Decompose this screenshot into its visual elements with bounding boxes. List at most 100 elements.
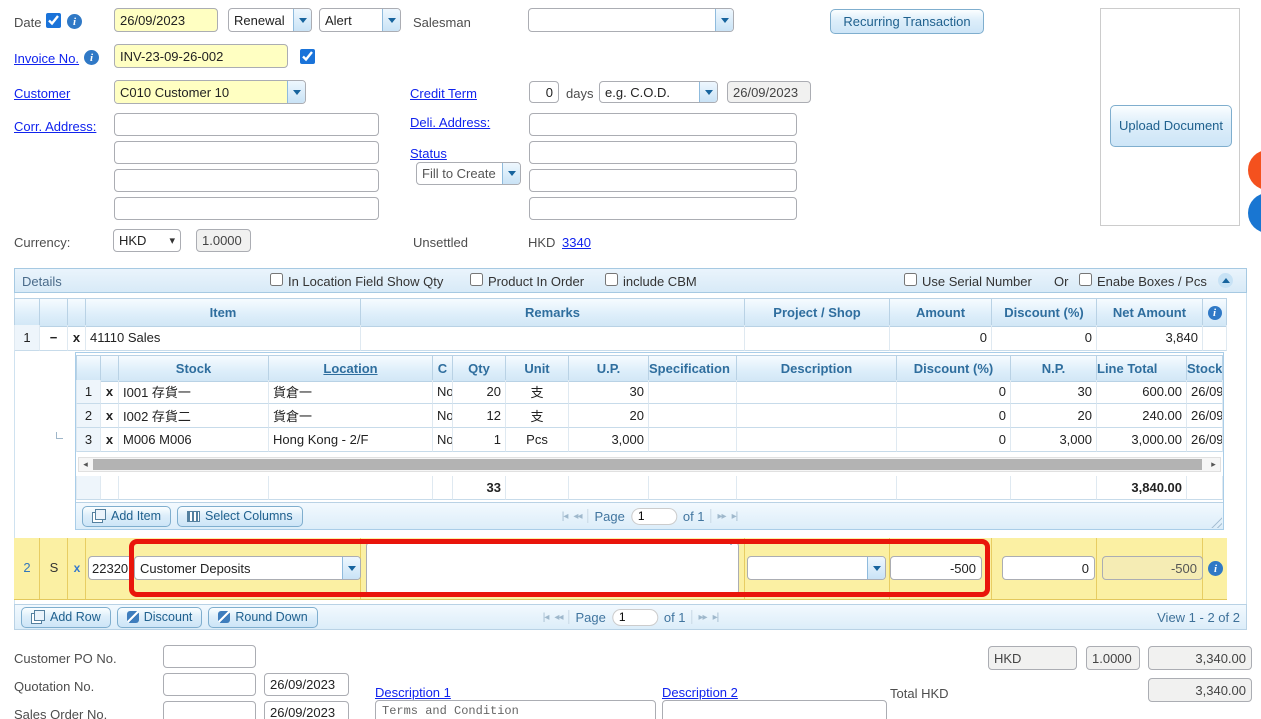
col-amount-header[interactable]: Amount xyxy=(890,298,992,327)
unit-cell[interactable]: 支 xyxy=(506,380,569,404)
up-cell[interactable]: 20 xyxy=(569,404,649,428)
invoice-no-input[interactable] xyxy=(114,44,288,68)
currency-select[interactable]: HKD ▾ xyxy=(113,229,181,252)
invoice-auto-checkbox[interactable] xyxy=(300,49,315,64)
c-cell[interactable]: No xyxy=(433,404,453,428)
floating-action-blue-icon[interactable] xyxy=(1248,193,1261,233)
pager-last-icon[interactable]: ▸| xyxy=(713,612,719,623)
discount-button[interactable]: Discount xyxy=(117,607,203,628)
deli-address-line1[interactable] xyxy=(529,113,797,136)
col-net-header[interactable]: Net Amount xyxy=(1097,298,1203,327)
page-input[interactable] xyxy=(631,508,677,525)
desc-cell[interactable] xyxy=(737,404,897,428)
location-cell[interactable]: 貨倉一 xyxy=(269,380,433,404)
qty-cell[interactable]: 20 xyxy=(453,380,506,404)
qty-cell[interactable]: 12 xyxy=(453,404,506,428)
corr-address-line4[interactable] xyxy=(114,197,379,220)
deli-address-line2[interactable] xyxy=(529,141,797,164)
pager-first-icon[interactable]: |◂ xyxy=(543,612,549,623)
stock-cell[interactable]: I002 存貨二 xyxy=(119,404,269,428)
deli-address-label[interactable]: Deli. Address: xyxy=(410,115,490,130)
pager-last-icon[interactable]: ▸| xyxy=(732,511,738,522)
line-total-cell[interactable]: 600.00 xyxy=(1097,380,1187,404)
page-input[interactable] xyxy=(612,609,658,626)
floating-action-orange-icon[interactable] xyxy=(1248,150,1261,190)
row-number[interactable]: 3 xyxy=(76,428,101,452)
scroll-left-icon[interactable]: ◂ xyxy=(79,458,92,471)
date-input[interactable] xyxy=(114,8,218,32)
customer-label[interactable]: Customer xyxy=(14,86,70,101)
sales-order-date-field[interactable]: 26/09/2023 xyxy=(264,701,349,719)
up-cell[interactable]: 3,000 xyxy=(569,428,649,452)
show-qty-checkbox[interactable] xyxy=(270,273,283,286)
pager-next-icon[interactable]: ▸▸ xyxy=(699,612,707,623)
discount-input[interactable] xyxy=(1002,556,1095,580)
customer-po-input[interactable] xyxy=(163,645,256,668)
delete-row-icon[interactable]: x xyxy=(68,325,86,351)
account-select[interactable]: Customer Deposits xyxy=(134,556,361,580)
unit-cell[interactable]: 支 xyxy=(506,404,569,428)
amount-cell[interactable]: 0 xyxy=(890,325,992,351)
desc-cell[interactable] xyxy=(737,380,897,404)
delete-row-icon[interactable]: x xyxy=(68,561,86,575)
col-remarks-header[interactable]: Remarks xyxy=(361,298,745,327)
c-cell[interactable]: No xyxy=(433,428,453,452)
dropdown-arrow-icon[interactable] xyxy=(699,82,717,102)
row-number[interactable]: 2 xyxy=(14,560,40,575)
unsettled-amount-link[interactable]: 3340 xyxy=(562,235,591,250)
quotation-input[interactable] xyxy=(163,673,256,696)
deli-address-line4[interactable] xyxy=(529,197,797,220)
spec-cell[interactable] xyxy=(649,404,737,428)
use-serial-checkbox[interactable] xyxy=(904,273,917,286)
round-down-button[interactable]: Round Down xyxy=(208,607,317,628)
discount-cell[interactable]: 0 xyxy=(897,404,1011,428)
sub-col-c[interactable]: C xyxy=(433,355,453,382)
row-number[interactable]: 2 xyxy=(76,404,101,428)
row-number[interactable]: 1 xyxy=(14,325,40,351)
location-cell[interactable]: Hong Kong - 2/F xyxy=(269,428,433,452)
net-amount-cell[interactable]: 3,840 xyxy=(1097,325,1203,351)
unit-cell[interactable]: Pcs xyxy=(506,428,569,452)
amount-input[interactable] xyxy=(890,556,982,580)
corr-address-line1[interactable] xyxy=(114,113,379,136)
credit-term-days-input[interactable] xyxy=(529,81,559,103)
sub-col-stock-date[interactable]: Stock xyxy=(1187,355,1223,382)
discount-cell[interactable]: 0 xyxy=(897,380,1011,404)
corr-address-line2[interactable] xyxy=(114,141,379,164)
item-cell[interactable]: 41110 Sales xyxy=(86,325,361,351)
add-row-button[interactable]: Add Row xyxy=(21,607,111,628)
customer-select[interactable]: C010 Customer 10 xyxy=(114,80,306,104)
deli-address-line3[interactable] xyxy=(529,169,797,192)
scrollbar-thumb[interactable] xyxy=(93,459,1202,470)
invoice-info-icon[interactable]: i xyxy=(84,50,99,65)
c-cell[interactable]: No xyxy=(433,380,453,404)
sub-col-desc[interactable]: Description xyxy=(737,355,897,382)
stock-date-cell[interactable]: 26/09/2023 xyxy=(1187,380,1223,404)
col-rownum-header[interactable] xyxy=(14,298,40,327)
sub-col-up[interactable]: U.P. xyxy=(569,355,649,382)
project-select[interactable] xyxy=(747,556,886,580)
np-cell[interactable]: 30 xyxy=(1011,380,1097,404)
desc-cell[interactable] xyxy=(737,428,897,452)
spec-cell[interactable] xyxy=(649,380,737,404)
np-cell[interactable]: 3,000 xyxy=(1011,428,1097,452)
dropdown-arrow-icon[interactable] xyxy=(293,9,311,31)
account-code-input[interactable] xyxy=(88,556,134,580)
project-cell[interactable] xyxy=(745,325,890,351)
stock-cell[interactable]: I001 存貨一 xyxy=(119,380,269,404)
info-icon[interactable]: i xyxy=(1208,306,1222,320)
discount-cell[interactable]: 0 xyxy=(897,428,1011,452)
invoice-no-label[interactable]: Invoice No. xyxy=(14,51,79,66)
remarks-cell[interactable] xyxy=(361,325,745,351)
pager-prev-icon[interactable]: ◂◂ xyxy=(554,612,562,623)
description2-textarea[interactable] xyxy=(662,700,887,719)
spec-cell[interactable] xyxy=(649,428,737,452)
date-checkbox[interactable] xyxy=(46,13,61,28)
sub-col-discount[interactable]: Discount (%) xyxy=(897,355,1011,382)
description1-label[interactable]: Description 1 xyxy=(375,685,451,700)
sub-col-stock[interactable]: Stock xyxy=(119,355,269,382)
pager-first-icon[interactable]: |◂ xyxy=(562,511,568,522)
col-collapse-header[interactable] xyxy=(40,298,68,327)
col-discount-header[interactable]: Discount (%) xyxy=(992,298,1097,327)
date-info-icon[interactable]: i xyxy=(67,14,82,29)
